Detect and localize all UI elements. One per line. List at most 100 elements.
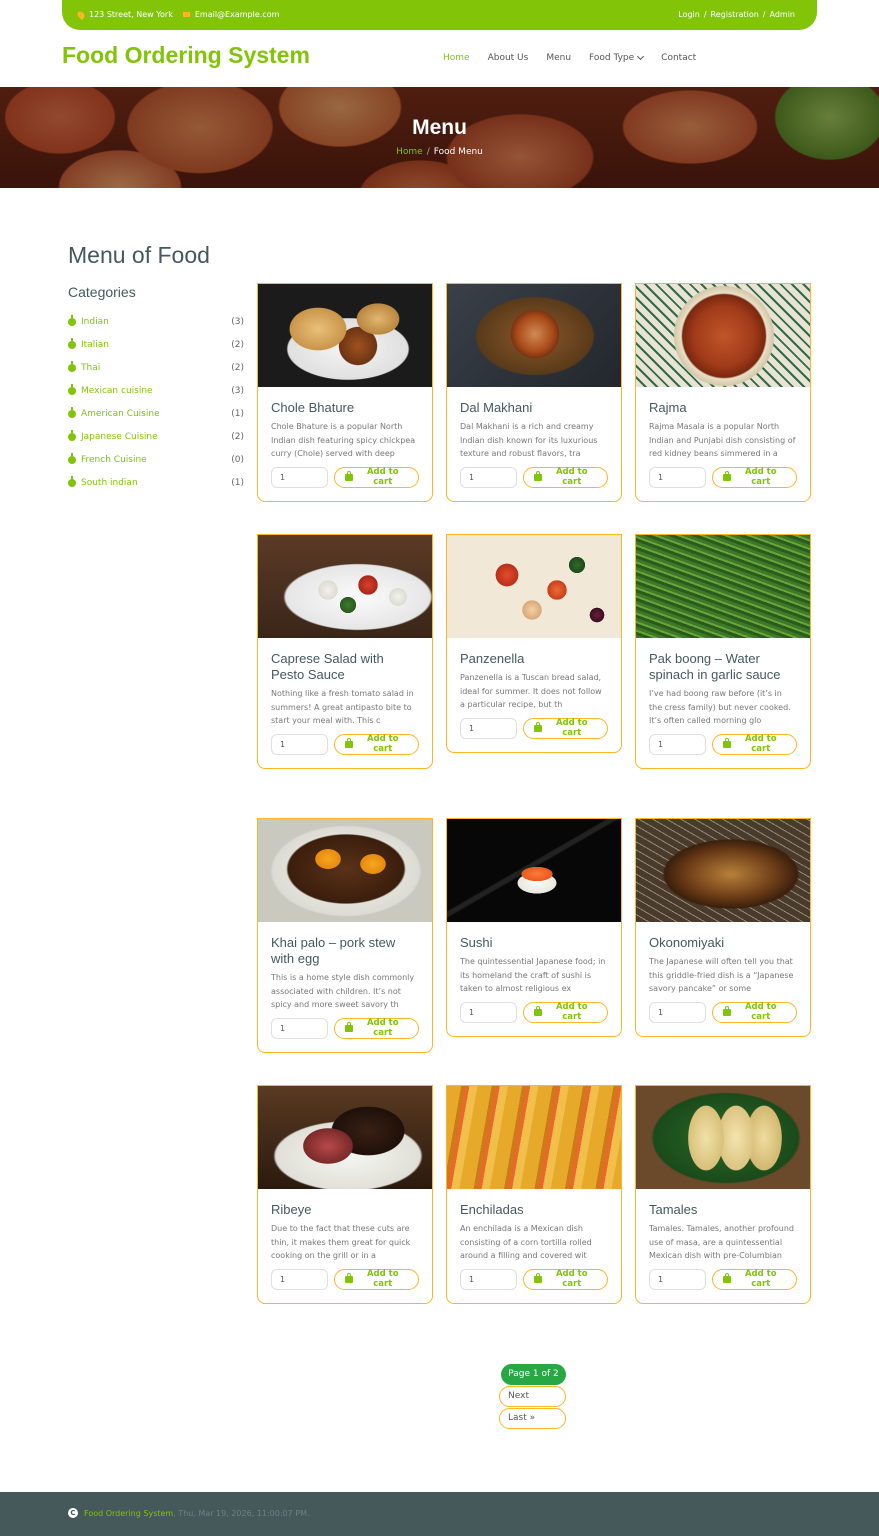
food-description: The quintessential Japanese food; in its… [460, 957, 606, 994]
food-card: Enchiladas An enchilada is a Mexican dish… [446, 1085, 622, 1304]
quantity-input[interactable] [271, 466, 328, 488]
food-title[interactable]: Khai palo – pork stew with egg [258, 922, 432, 967]
shopping-bag-icon [345, 1021, 353, 1032]
category-count: (1) [231, 477, 244, 488]
add-to-cart-button[interactable]: Add to cart [334, 1268, 419, 1290]
category-item[interactable]: Thai (2) [68, 356, 244, 379]
quantity-input[interactable] [271, 1017, 328, 1039]
food-image[interactable] [258, 535, 432, 638]
add-to-cart-button[interactable]: Add to cart [712, 1268, 797, 1290]
apple-icon [68, 452, 76, 464]
add-to-cart-label: Add to cart [366, 734, 399, 755]
quantity-input[interactable] [460, 717, 517, 739]
food-image[interactable] [447, 284, 621, 387]
card-actions: Add to cart [447, 1263, 621, 1291]
last-page-button[interactable]: Last » [499, 1408, 566, 1429]
food-title[interactable]: Tamales [636, 1189, 810, 1218]
apple-icon [68, 383, 76, 395]
food-title[interactable]: Ribeye [258, 1189, 432, 1218]
quantity-input[interactable] [649, 1001, 706, 1023]
food-card: Pak boong – Water spinach in garlic sauc… [635, 534, 811, 769]
food-title[interactable]: Panzenella [447, 638, 621, 667]
add-to-cart-button[interactable]: Add to cart [712, 733, 797, 755]
quantity-input[interactable] [460, 1268, 517, 1290]
food-image[interactable] [447, 1086, 621, 1189]
quantity-input[interactable] [649, 1268, 706, 1290]
nav-food-type-label: Food Type [589, 53, 635, 63]
food-card: Panzenella Panzenella is a Tuscan bread s… [446, 534, 622, 753]
add-to-cart-button[interactable]: Add to cart [334, 733, 419, 755]
add-to-cart-button[interactable]: Add to cart [334, 1017, 419, 1039]
category-list: Indian (3) Italian (2) Thai (2) Mexican cuisin… [68, 310, 244, 494]
quantity-input[interactable] [460, 466, 517, 488]
food-title[interactable]: Okonomiyaki [636, 922, 810, 951]
food-image[interactable] [636, 819, 810, 922]
quantity-input[interactable] [649, 733, 706, 755]
email-info: Email@Example.com [182, 10, 279, 19]
food-title[interactable]: Sushi [447, 922, 621, 951]
category-label: Thai [81, 362, 101, 373]
food-image[interactable] [258, 1086, 432, 1189]
food-title[interactable]: Pak boong – Water spinach in garlic sauc… [636, 638, 810, 683]
category-item[interactable]: Italian (2) [68, 333, 244, 356]
food-image[interactable] [258, 819, 432, 922]
category-item[interactable]: Mexican cuisine (3) [68, 379, 244, 402]
category-item[interactable]: Japanese Cuisine (2) [68, 425, 244, 448]
add-to-cart-button[interactable]: Add to cart [334, 466, 419, 488]
add-to-cart-button[interactable]: Add to cart [523, 717, 608, 739]
category-item[interactable]: American Cuisine (1) [68, 402, 244, 425]
add-to-cart-button[interactable]: Add to cart [523, 1001, 608, 1023]
add-to-cart-label: Add to cart [555, 467, 588, 488]
food-title[interactable]: Chole Bhature [258, 387, 432, 416]
category-name: Italian [68, 337, 109, 350]
page-header-banner: Menu Home / Food Menu [0, 87, 879, 188]
category-label: Japanese Cuisine [81, 431, 158, 442]
quantity-input[interactable] [271, 733, 328, 755]
category-item[interactable]: Indian (3) [68, 310, 244, 333]
add-to-cart-button[interactable]: Add to cart [712, 1001, 797, 1023]
food-title[interactable]: Enchiladas [447, 1189, 621, 1218]
category-item[interactable]: French Cuisine (0) [68, 448, 244, 471]
food-image[interactable] [447, 819, 621, 922]
food-image[interactable] [447, 535, 621, 638]
breadcrumb-home[interactable]: Home [396, 147, 423, 157]
food-image[interactable] [636, 284, 810, 387]
food-title[interactable]: Rajma [636, 387, 810, 416]
registration-link[interactable]: Registration [711, 10, 759, 19]
add-to-cart-label: Add to cart [555, 1002, 588, 1023]
add-to-cart-button[interactable]: Add to cart [712, 466, 797, 488]
food-image[interactable] [636, 535, 810, 638]
nav-menu[interactable]: Menu [546, 53, 571, 63]
card-actions: Add to cart [636, 1263, 810, 1291]
brand-logo[interactable]: Food Ordering System [62, 42, 310, 69]
admin-link[interactable]: Admin [770, 10, 796, 19]
add-to-cart-button[interactable]: Add to cart [523, 466, 608, 488]
quantity-input[interactable] [649, 466, 706, 488]
food-description: Due to the fact that these cuts are thin… [271, 1224, 411, 1261]
food-image[interactable] [636, 1086, 810, 1189]
nav-contact[interactable]: Contact [661, 53, 696, 63]
footer: C Food Ordering System, Thu, Mar 19, 202… [0, 1492, 879, 1536]
category-item[interactable]: South indian (1) [68, 471, 244, 494]
add-to-cart-label: Add to cart [366, 467, 399, 488]
quantity-input[interactable] [271, 1268, 328, 1290]
nav-home[interactable]: Home [443, 53, 470, 63]
nav-about-us[interactable]: About Us [488, 53, 529, 63]
food-title[interactable]: Caprese Salad with Pesto Sauce [258, 638, 432, 683]
category-label: American Cuisine [81, 408, 160, 419]
add-to-cart-label: Add to cart [555, 718, 588, 739]
shopping-bag-icon [723, 1272, 731, 1283]
add-to-cart-button[interactable]: Add to cart [523, 1268, 608, 1290]
quantity-input[interactable] [460, 1001, 517, 1023]
copyright: C Food Ordering System, Thu, Mar 19, 202… [68, 1508, 310, 1518]
food-title[interactable]: Dal Makhani [447, 387, 621, 416]
next-page-button[interactable]: Next [499, 1386, 566, 1407]
food-image[interactable] [258, 284, 432, 387]
login-link[interactable]: Login [678, 10, 700, 19]
envelope-icon [182, 12, 190, 17]
nav-food-type[interactable]: Food Type [589, 52, 645, 63]
footer-site-link[interactable]: Food Ordering System [84, 1509, 173, 1518]
card-actions: Add to cart [258, 728, 432, 756]
card-actions: Add to cart [636, 461, 810, 489]
categories-heading: Categories [68, 284, 136, 300]
